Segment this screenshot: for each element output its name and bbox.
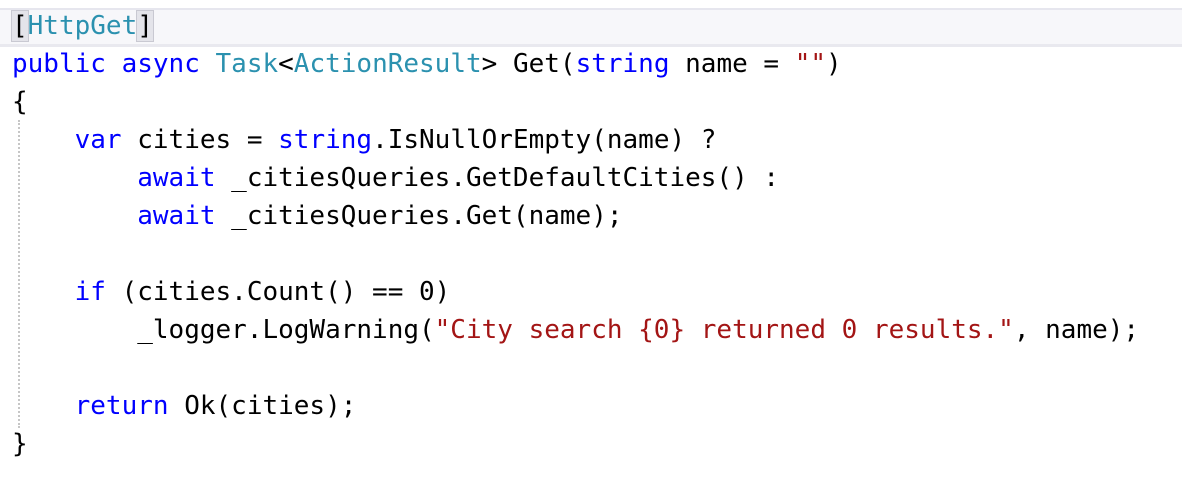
- open-brace: {: [12, 87, 28, 117]
- close-brace: }: [12, 429, 28, 459]
- isnullorempty-call: .IsNullOrEmpty(name) ?: [372, 125, 717, 155]
- string-literal-warning: "City search {0} returned 0 results.": [434, 315, 1014, 345]
- logger-args: , name);: [1013, 315, 1140, 345]
- code-line-12[interactable]: }: [12, 426, 28, 462]
- attribute-name: HttpGet: [27, 11, 138, 41]
- assignment: cities =: [121, 125, 279, 155]
- method-name: > Get(: [481, 49, 576, 79]
- keyword-var: var: [74, 125, 122, 155]
- code-line-5[interactable]: await _citiesQueries.GetDefaultCities() …: [12, 160, 779, 196]
- keyword-await: await: [137, 201, 216, 231]
- type-task: Task: [215, 49, 279, 79]
- if-condition: (cities.Count() == 0): [105, 277, 451, 307]
- keyword-async: async: [121, 49, 200, 79]
- code-line-11[interactable]: return Ok(cities);: [12, 388, 357, 424]
- code-line-6[interactable]: await _citiesQueries.Get(name);: [12, 198, 623, 234]
- code-line-1[interactable]: [HttpGet]: [11, 8, 154, 44]
- keyword-string: string: [278, 125, 373, 155]
- code-line-9[interactable]: _logger.LogWarning("City search {0} retu…: [12, 312, 1139, 348]
- string-literal-empty: "": [794, 49, 827, 79]
- generic-open: <: [278, 49, 294, 79]
- code-line-2[interactable]: public async Task<ActionResult> Get(stri…: [12, 46, 842, 82]
- current-line-highlight: [0, 10, 1182, 47]
- code-editor[interactable]: [HttpGet] public async Task<ActionResult…: [0, 0, 1182, 478]
- code-line-4[interactable]: var cities = string.IsNullOrEmpty(name) …: [12, 122, 717, 158]
- code-line-3[interactable]: {: [12, 84, 28, 120]
- type-actionresult: ActionResult: [293, 49, 482, 79]
- close-paren: ): [826, 49, 842, 79]
- keyword-string: string: [575, 49, 670, 79]
- get-default-cities-call: _citiesQueries.GetDefaultCities() :: [215, 163, 780, 193]
- keyword-return: return: [74, 391, 169, 421]
- attribute-close-bracket: ]: [136, 10, 154, 42]
- attribute-open-bracket: [: [11, 10, 29, 42]
- keyword-await: await: [137, 163, 216, 193]
- keyword-if: if: [74, 277, 106, 307]
- keyword-public: public: [12, 49, 106, 79]
- return-expression: Ok(cities);: [168, 391, 357, 421]
- get-cities-call: _citiesQueries.Get(name);: [215, 201, 623, 231]
- code-line-8[interactable]: if (cities.Count() == 0): [12, 274, 451, 310]
- param-name: name =: [669, 49, 795, 79]
- logger-call: _logger.LogWarning(: [137, 315, 435, 345]
